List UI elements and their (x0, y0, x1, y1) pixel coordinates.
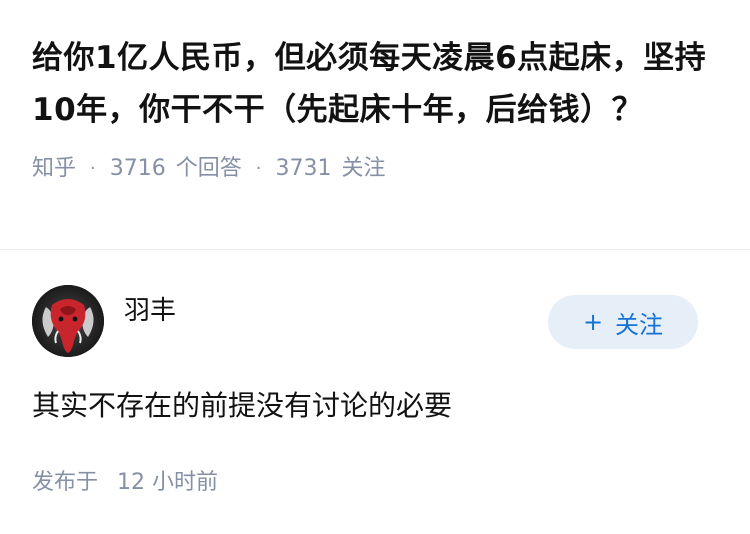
plus-icon: + (582, 308, 604, 336)
question-title[interactable]: 给你1亿人民币，但必须每天凌晨6点起床，坚持10年，你干不干（先起床十年，后给钱… (32, 32, 720, 136)
meta-separator: · (90, 158, 96, 179)
question-header: 给你1亿人民币，但必须每天凌晨6点起床，坚持10年，你干不干（先起床十年，后给钱… (0, 0, 750, 250)
elephant-avatar-icon (32, 285, 104, 357)
answer-count-label: 个回答 (175, 156, 242, 181)
answer-card: 羽丰 + 关注 其实不存在的前提没有讨论的必要 发布于 12 小时前 (0, 251, 750, 534)
author-name[interactable]: 羽丰 (124, 293, 176, 329)
avatar[interactable] (32, 285, 104, 357)
source-label[interactable]: 知乎 (32, 154, 76, 184)
question-meta: 知乎 · 3716 个回答 · 3731 关注 (32, 154, 720, 184)
answer-count: 3716 (109, 156, 166, 181)
published-time: 12 小时前 (117, 470, 219, 495)
answer-time: 发布于 12 小时前 (32, 468, 218, 498)
author-row: 羽丰 + 关注 (32, 285, 698, 357)
meta-separator: · (255, 158, 262, 179)
published-label: 发布于 (32, 470, 99, 495)
follow-button-label: 关注 (615, 310, 664, 339)
follower-count-label: 关注 (341, 156, 386, 181)
follower-count: 3731 (275, 156, 332, 181)
answer-content[interactable]: 其实不存在的前提没有讨论的必要 (32, 386, 452, 426)
follow-button[interactable]: + 关注 (548, 295, 698, 349)
